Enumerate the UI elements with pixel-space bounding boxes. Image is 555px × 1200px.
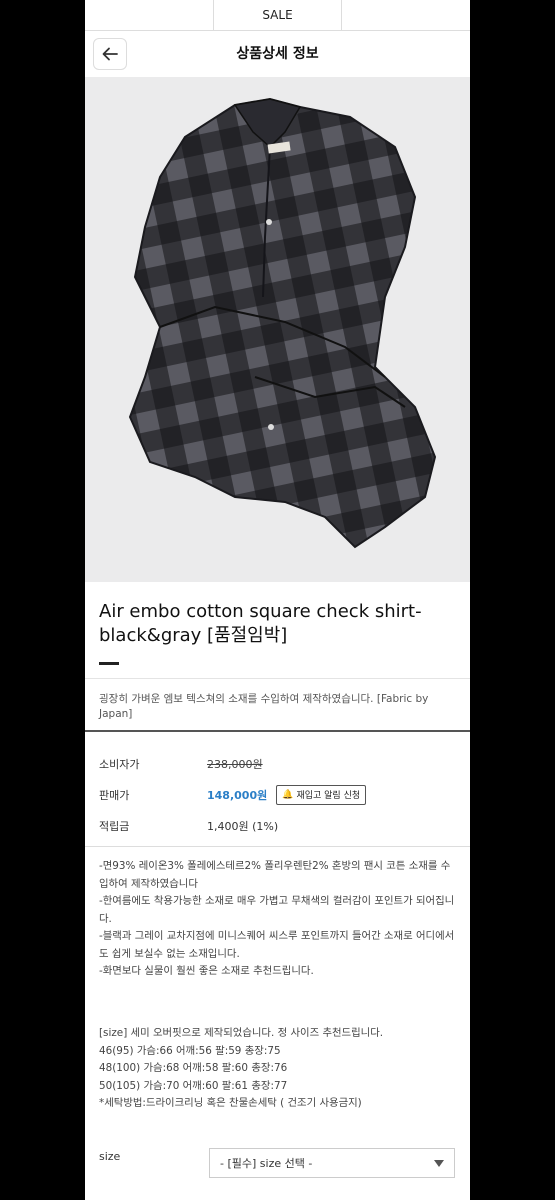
- material-details: -면93% 레이온3% 폴레에스테르2% 폴리우렌탄2% 혼방의 팬시 코튼 소…: [99, 858, 459, 981]
- chevron-down-icon: [434, 1160, 444, 1167]
- points-value: 1,400원 (1%): [207, 819, 279, 833]
- consumer-price-label: 소비자가: [99, 757, 140, 771]
- back-button[interactable]: [93, 38, 127, 70]
- page-header: 상품상세 정보: [85, 31, 470, 75]
- divider: [85, 846, 470, 847]
- size-info-line: 50(105) 가슴:70 어깨:60 팔:61 총장:77: [99, 1079, 288, 1092]
- product-title: Air embo cotton square check shirt-black…: [99, 601, 422, 646]
- size-info-line: 48(100) 가슴:68 어깨:58 팔:60 총장:76: [99, 1062, 288, 1074]
- top-nav: SALE: [85, 0, 470, 31]
- tab-right[interactable]: [342, 0, 470, 30]
- price-info: 소비자가 238,000원 판매가 148,000원 🔔 재입고 알림 신청 적…: [99, 748, 459, 841]
- bell-icon: 🔔: [282, 789, 294, 800]
- title-underline: [99, 662, 119, 665]
- tab-left[interactable]: [85, 0, 214, 30]
- size-info-line: *세탁방법:드라이크리닝 혹은 찬물손세탁 ( 건조기 사용금지): [99, 1097, 362, 1109]
- product-detail-page: SALE 상품상세 정보 Air embo cotton square chec…: [85, 0, 470, 1200]
- points-row: 적립금 1,400원 (1%): [99, 810, 459, 841]
- size-select-value: - [필수] size 선택 -: [220, 1157, 313, 1170]
- size-info: [size] 세미 오버핏으로 제작되었습니다. 정 사이즈 추천드립니다. 4…: [99, 1025, 459, 1113]
- detail-line: -한여름에도 착용가능한 소재로 매우 가볍고 무채색의 컬러감이 포인트가 되…: [99, 895, 455, 925]
- sale-price-label: 판매가: [99, 788, 130, 802]
- restock-notify-label: 재입고 알림 신청: [296, 791, 361, 801]
- consumer-price-row: 소비자가 238,000원: [99, 748, 459, 779]
- product-description: 굉장히 가벼운 엠보 텍스쳐의 소재를 수입하여 제작하였습니다. [Fabri…: [85, 678, 470, 732]
- tab-sale[interactable]: SALE: [214, 0, 343, 30]
- size-info-line: [size] 세미 오버핏으로 제작되었습니다. 정 사이즈 추천드립니다.: [99, 1027, 384, 1039]
- restock-notify-button[interactable]: 🔔 재입고 알림 신청: [276, 784, 367, 805]
- points-label: 적립금: [99, 819, 130, 833]
- detail-line: -면93% 레이온3% 폴레에스테르2% 폴리우렌탄2% 혼방의 팬시 코튼 소…: [99, 860, 451, 890]
- product-image[interactable]: [85, 77, 470, 582]
- detail-line: -화면보다 실물이 훨씬 좋은 소재로 추천드립니다.: [99, 965, 314, 977]
- size-select[interactable]: - [필수] size 선택 -: [209, 1148, 455, 1178]
- product-title-block: Air embo cotton square check shirt-black…: [99, 600, 459, 665]
- size-select-label: size: [99, 1150, 121, 1163]
- sale-price-row: 판매가 148,000원 🔔 재입고 알림 신청: [99, 779, 459, 810]
- consumer-price: 238,000원: [207, 757, 263, 771]
- detail-line: -블랙과 그레이 교차지점에 미니스퀘어 씨스루 포인트까지 들어간 소재로 어…: [99, 930, 455, 960]
- sale-price: 148,000원: [207, 788, 268, 802]
- size-option-row: size - [필수] size 선택 -: [99, 1148, 455, 1180]
- size-info-line: 46(95) 가슴:66 어깨:56 팔:59 총장:75: [99, 1044, 281, 1057]
- page-title: 상품상세 정보: [236, 46, 319, 62]
- arrow-left-icon: [102, 47, 118, 61]
